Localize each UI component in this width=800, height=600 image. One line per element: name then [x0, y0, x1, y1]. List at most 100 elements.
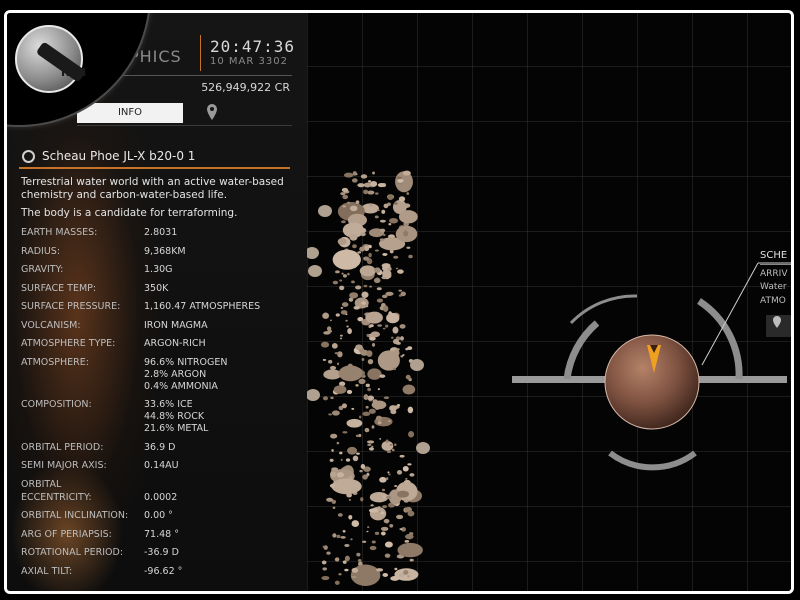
asteroid: [359, 415, 362, 419]
asteroid: [322, 567, 327, 571]
tab-info[interactable]: INFO: [77, 103, 183, 123]
asteroid: [400, 291, 406, 297]
stat-row: RADIUS: 9,368KM: [21, 246, 301, 258]
asteroid: [416, 442, 430, 454]
body-name: Scheau Phoe JL-X b20-0 1: [42, 149, 196, 163]
asteroid: [389, 443, 393, 446]
asteroid: [408, 571, 412, 575]
stat-value-line: 44.8% ROCK: [144, 411, 205, 422]
asteroid: [379, 438, 382, 440]
game-clock: 20:47:36: [210, 37, 296, 56]
asteroid: [349, 233, 358, 241]
tab-navigation[interactable]: [197, 103, 227, 123]
stat-label: COMPOSITION:: [21, 399, 92, 410]
asteroid-belt: [307, 170, 430, 586]
orrery-view[interactable]: [307, 13, 791, 591]
asteroid: [394, 202, 398, 205]
credits-divider: [117, 75, 292, 76]
asteroid: [322, 545, 326, 548]
stat-label: ARG OF PERIAPSIS:: [21, 528, 112, 540]
asteroid: [356, 552, 361, 557]
asteroid: [391, 336, 394, 339]
stat-label: ROTATIONAL PERIOD:: [21, 547, 124, 558]
asteroid: [352, 455, 359, 462]
asteroid: [393, 405, 400, 409]
description-paragraph-2: The body is a candidate for terraforming…: [21, 207, 238, 219]
asteroid: [379, 228, 386, 233]
stat-value-line: 2.8% ARGON: [144, 368, 207, 380]
asteroid: [342, 205, 346, 208]
stat-value-line: -36.9 D: [144, 547, 179, 558]
asteroid: [340, 192, 346, 196]
stat-value-line: 0.14AU: [144, 460, 179, 471]
selection-bracket-top: [569, 294, 638, 325]
stat-value-line: 0.4% AMMONIA: [144, 380, 218, 392]
planet-ring-icon: [22, 149, 35, 163]
asteroid: [407, 406, 414, 414]
stat-label: ATMOSPHERE TYPE:: [21, 338, 116, 349]
asteroid: [337, 351, 343, 358]
asteroid: [336, 441, 340, 445]
asteroid: [379, 374, 386, 378]
asteroid: [330, 433, 338, 439]
selection-bracket-left: [563, 320, 600, 380]
asteroid: [350, 538, 353, 541]
asteroid: [381, 263, 391, 269]
asteroid: [307, 247, 319, 259]
asteroid: [347, 272, 350, 276]
asteroid: [405, 374, 411, 380]
asteroid: [335, 313, 340, 317]
asteroid: [378, 510, 381, 513]
asteroid: [370, 504, 374, 507]
stat-value: 0.00 °: [144, 510, 173, 522]
asteroid: [398, 210, 418, 224]
asteroid: [329, 471, 337, 478]
asteroid: [334, 580, 340, 585]
asteroid: [382, 327, 386, 330]
asteroid: [366, 472, 370, 477]
asteroid: [382, 505, 388, 509]
asteroid: [374, 267, 381, 273]
system-map[interactable]: SCHE ARRIV Water ATMO: [307, 13, 791, 591]
asteroid: [407, 346, 413, 351]
stat-value: -36.9 D: [144, 547, 179, 559]
stat-value-line: 21.6% METAL: [144, 423, 209, 434]
asteroid: [383, 396, 390, 400]
asteroid: [369, 324, 374, 328]
asteroid: [360, 497, 364, 502]
asteroid: [336, 362, 340, 366]
asteroid: [355, 285, 362, 290]
asteroid: [332, 506, 336, 510]
asteroid: [339, 337, 343, 340]
asteroid: [339, 279, 343, 282]
asteroid: [366, 530, 369, 533]
body-callout[interactable]: SCHE ARRIV Water ATMO: [760, 246, 791, 346]
asteroid: [356, 452, 360, 455]
asteroid: [342, 274, 347, 278]
asteroid: [407, 463, 412, 466]
asteroid: [399, 528, 403, 531]
asteroid: [362, 570, 366, 574]
asteroid: [367, 368, 382, 380]
stat-value-line: 350K: [144, 282, 169, 294]
asteroid: [409, 473, 415, 477]
asteroid: [361, 291, 369, 298]
callout-line-3: ATMO: [760, 296, 786, 306]
asteroid: [394, 567, 398, 571]
commander-badge[interactable]: REN: [15, 25, 87, 93]
asteroid: [342, 431, 348, 434]
asteroid: [332, 249, 361, 270]
asteroid: [346, 389, 353, 395]
callout-nav-button[interactable]: [766, 315, 791, 337]
asteroid: [376, 298, 384, 303]
body-title-bar: Scheau Phoe JL-X b20-0 1: [19, 145, 290, 169]
asteroid: [326, 551, 331, 555]
asteroid: [358, 378, 366, 385]
asteroid: [333, 385, 347, 394]
asteroid: [408, 532, 414, 536]
stat-value-line: IRON MAGMA: [144, 319, 208, 331]
stat-value: 1,160.47 ATMOSPHERES: [144, 301, 260, 313]
asteroid: [377, 324, 383, 327]
asteroid: [338, 365, 363, 382]
asteroid: [363, 284, 368, 288]
